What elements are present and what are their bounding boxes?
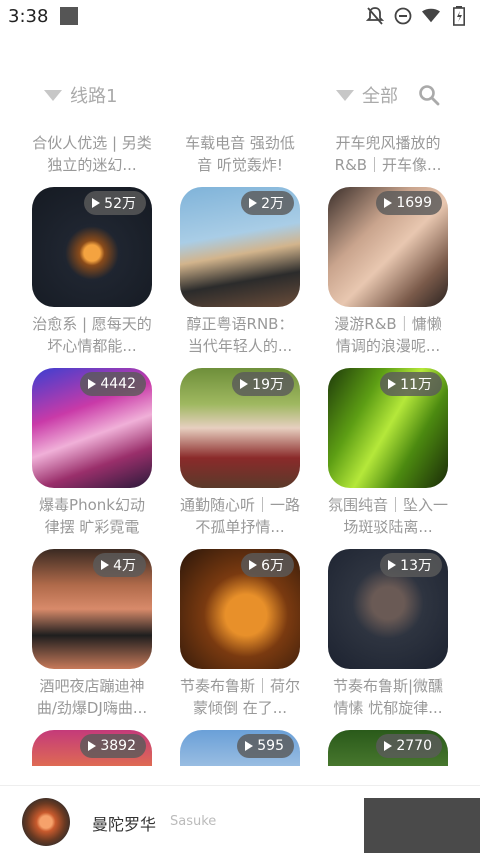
play-count: 4442 xyxy=(100,376,136,392)
playlist-title[interactable]: 爆毒Phonk幻动律摆 旷彩霓電 xyxy=(32,494,152,538)
playlist-card[interactable]: 4万 酒吧夜店蹦迪神曲/劲爆DJ嗨曲... xyxy=(32,549,152,719)
status-icons xyxy=(366,6,468,26)
play-count: 52万 xyxy=(104,196,136,212)
status-bar: 3:38 xyxy=(0,0,480,34)
play-count: 595 xyxy=(257,738,284,754)
play-icon xyxy=(388,379,397,389)
mini-player[interactable]: 曼陀罗华 Sasuke xyxy=(0,785,480,853)
play-count: 11万 xyxy=(400,377,432,393)
playlist-cover[interactable]: 595 xyxy=(180,730,300,766)
playlist-cover[interactable]: 4442 xyxy=(32,368,152,488)
play-icon xyxy=(101,560,110,570)
filter-bar: 线路1 全部 xyxy=(0,82,480,112)
play-count: 13万 xyxy=(400,558,432,574)
play-count: 4万 xyxy=(113,558,136,574)
play-icon xyxy=(92,198,101,208)
dnd-icon xyxy=(394,6,412,26)
play-icon xyxy=(249,198,258,208)
play-count-badge: 2770 xyxy=(376,734,442,758)
playlist-card[interactable]: 595 xyxy=(180,730,300,766)
play-icon xyxy=(88,741,97,751)
play-icon xyxy=(384,741,393,751)
playlist-card[interactable]: 2万 醇正粤语RNB：当代年轻人的... xyxy=(180,187,300,357)
playlist-title[interactable]: 开车兜风播放的R&B｜开车像... xyxy=(328,132,448,176)
player-control-area[interactable] xyxy=(364,798,480,853)
playlist-cover[interactable]: 1699 xyxy=(328,187,448,307)
notification-icon xyxy=(60,7,78,25)
play-count: 2万 xyxy=(261,196,284,212)
playlist-title[interactable]: 氛围纯音｜坠入一场斑驳陆离... xyxy=(328,494,448,538)
play-icon xyxy=(249,560,258,570)
play-count-badge: 4万 xyxy=(93,553,146,577)
play-count-badge: 19万 xyxy=(232,372,294,396)
play-count-badge: 4442 xyxy=(80,372,146,396)
chevron-down-icon xyxy=(44,89,62,101)
play-count-badge: 2万 xyxy=(241,191,294,215)
playlist-card[interactable]: 4442 爆毒Phonk幻动律摆 旷彩霓電 xyxy=(32,368,152,538)
play-count-badge: 13万 xyxy=(380,553,442,577)
playlist-card[interactable]: 1699 漫游R&B｜慵懒情调的浪漫呢... xyxy=(328,187,448,357)
playlist-card[interactable]: 13万 节奏布鲁斯|微醺情愫 忧郁旋律... xyxy=(328,549,448,719)
playlist-title[interactable]: 通勤随心听｜一路不孤单抒情... xyxy=(180,494,300,538)
playlist-title[interactable]: 节奏布鲁斯｜荷尔蒙倾倒 在了... xyxy=(180,675,300,719)
playlist-cover[interactable]: 52万 xyxy=(32,187,152,307)
playlist-cover[interactable]: 11万 xyxy=(328,368,448,488)
category-filter: 全部 xyxy=(336,82,440,108)
play-count: 19万 xyxy=(252,377,284,393)
play-count-badge: 11万 xyxy=(380,372,442,396)
play-icon xyxy=(245,741,254,751)
playlist-card[interactable]: 52万 治愈系 | 愿每天的坏心情都能... xyxy=(32,187,152,357)
playlist-card[interactable]: 6万 节奏布鲁斯｜荷尔蒙倾倒 在了... xyxy=(180,549,300,719)
playlist-title[interactable]: 合伙人优选 | 另类独立的迷幻... xyxy=(32,132,152,176)
line-label: 线路1 xyxy=(70,86,118,107)
wifi-icon xyxy=(422,6,440,26)
playlist-title[interactable]: 车载电音 强劲低音 听觉轰炸! xyxy=(180,132,300,176)
playlist-cover[interactable]: 13万 xyxy=(328,549,448,669)
song-title: 曼陀罗华 xyxy=(92,815,157,834)
playlist-cover[interactable]: 4万 xyxy=(32,549,152,669)
line-selector[interactable]: 线路1 xyxy=(44,82,117,108)
playlist-title[interactable]: 治愈系 | 愿每天的坏心情都能... xyxy=(32,313,152,357)
play-count-badge: 1699 xyxy=(376,191,442,215)
playlist-cover[interactable]: 19万 xyxy=(180,368,300,488)
play-count-badge: 595 xyxy=(237,734,294,758)
playlist-grid: 合伙人优选 | 另类独立的迷幻... 车载电音 强劲低音 听觉轰炸! 开车兜风播… xyxy=(0,126,480,766)
playlist-card[interactable]: 11万 氛围纯音｜坠入一场斑驳陆离... xyxy=(328,368,448,538)
play-icon xyxy=(240,379,249,389)
category-selector[interactable]: 全部 xyxy=(362,82,398,108)
play-count-badge: 3892 xyxy=(80,734,146,758)
play-count: 1699 xyxy=(396,195,432,211)
playlist-card[interactable]: 3892 xyxy=(32,730,152,766)
playlist-cover[interactable]: 6万 xyxy=(180,549,300,669)
album-art[interactable] xyxy=(22,798,70,846)
play-count-badge: 6万 xyxy=(241,553,294,577)
play-count-badge: 52万 xyxy=(84,191,146,215)
status-time: 3:38 xyxy=(8,6,49,27)
chevron-down-icon xyxy=(336,89,354,101)
bell-off-icon xyxy=(366,6,384,26)
playlist-title[interactable]: 酒吧夜店蹦迪神曲/劲爆DJ嗨曲... xyxy=(32,675,152,719)
playlist-cover[interactable]: 3892 xyxy=(32,730,152,766)
search-icon[interactable] xyxy=(418,84,440,106)
play-icon xyxy=(88,379,97,389)
playlist-card[interactable]: 19万 通勤随心听｜一路不孤单抒情... xyxy=(180,368,300,538)
play-icon xyxy=(388,560,397,570)
playlist-title[interactable]: 漫游R&B｜慵懒情调的浪漫呢... xyxy=(328,313,448,357)
playlist-cover[interactable]: 2770 xyxy=(328,730,448,766)
battery-icon xyxy=(450,6,468,26)
play-count: 3892 xyxy=(100,738,136,754)
playlist-title[interactable]: 节奏布鲁斯|微醺情愫 忧郁旋律... xyxy=(328,675,448,719)
playlist-card[interactable]: 2770 xyxy=(328,730,448,766)
play-count: 2770 xyxy=(396,738,432,754)
play-count: 6万 xyxy=(261,558,284,574)
play-icon xyxy=(384,198,393,208)
playlist-title[interactable]: 醇正粤语RNB：当代年轻人的... xyxy=(180,313,300,357)
playlist-cover[interactable]: 2万 xyxy=(180,187,300,307)
artist-name: Sasuke xyxy=(170,814,217,829)
